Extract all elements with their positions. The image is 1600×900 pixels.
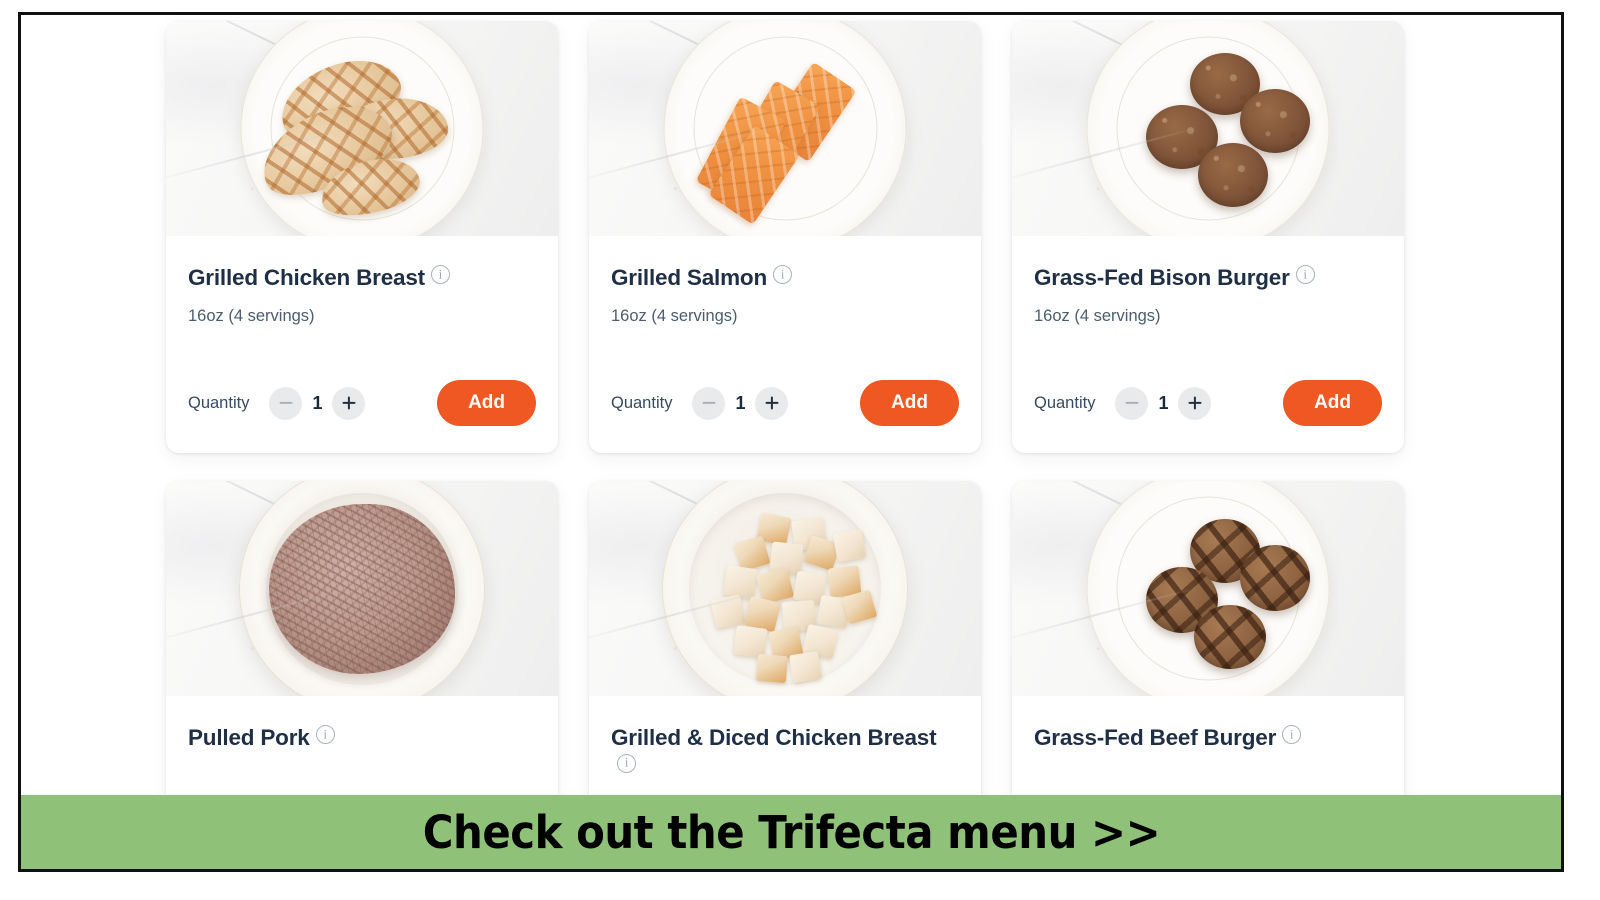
product-card-body: Grilled Chicken Breast 16oz (4 servings)… [166, 236, 558, 453]
minus-icon [279, 401, 293, 405]
product-title-text: Grass-Fed Beef Burger [1034, 725, 1277, 750]
add-to-cart-button[interactable]: Add [1283, 380, 1382, 426]
plus-icon-v [1193, 396, 1197, 410]
food-illustration [166, 21, 558, 236]
increment-quantity-button[interactable] [755, 386, 789, 420]
product-title: Grass-Fed Bison Burger [1034, 264, 1382, 293]
minus-icon [1125, 401, 1139, 405]
info-circle-icon[interactable] [315, 725, 335, 744]
product-title-text: Pulled Pork [188, 725, 310, 750]
quantity-label: Quantity [188, 393, 250, 412]
product-card-actions: Quantity 1 Add [1034, 380, 1382, 426]
food-illustration [1012, 21, 1404, 236]
product-card-body: Grass-Fed Bison Burger 16oz (4 servings)… [1012, 236, 1404, 453]
decrement-quantity-button[interactable] [692, 386, 726, 420]
trifecta-menu-cta-banner[interactable]: Check out the Trifecta menu >> [21, 795, 1561, 869]
add-to-cart-button[interactable]: Add [437, 380, 536, 426]
product-card[interactable]: Grass-Fed Bison Burger 16oz (4 servings)… [1012, 21, 1404, 453]
quantity-stepper: 1 [692, 386, 789, 420]
product-grid: Grilled Chicken Breast 16oz (4 servings)… [166, 21, 1406, 869]
bordered-content-frame: Grilled Chicken Breast 16oz (4 servings)… [18, 12, 1564, 872]
pulled-pork-mound [269, 503, 455, 674]
product-title-text: Grilled Chicken Breast [188, 265, 425, 290]
info-circle-icon[interactable] [1282, 725, 1302, 744]
quantity-value: 1 [1158, 392, 1169, 413]
quantity-stepper: 1 [269, 386, 366, 420]
info-circle-icon[interactable] [430, 265, 450, 284]
product-title-text: Grilled Salmon [611, 265, 767, 290]
food-illustration [589, 21, 981, 236]
decrement-quantity-button[interactable] [1115, 386, 1149, 420]
quantity-stepper: 1 [1115, 386, 1212, 420]
product-card[interactable]: Grilled Chicken Breast 16oz (4 servings)… [166, 21, 558, 453]
pulled-pork-photo [166, 481, 558, 696]
food-illustration [589, 481, 981, 696]
grilled-chicken-breast-photo [166, 21, 558, 236]
increment-quantity-button[interactable] [1178, 386, 1212, 420]
product-title-text: Grilled & Diced Chicken Breast [611, 725, 937, 750]
product-title: Pulled Pork [188, 724, 536, 753]
grass-fed-bison-burger-photo [1012, 21, 1404, 236]
product-card-actions: Quantity 1 Add [188, 380, 536, 426]
product-card[interactable]: Grilled Salmon 16oz (4 servings) Quantit… [589, 21, 981, 453]
product-size: 16oz (4 servings) [611, 306, 738, 325]
quantity-label: Quantity [1034, 393, 1096, 412]
food-illustration [1012, 481, 1404, 696]
decrement-quantity-button[interactable] [269, 386, 303, 420]
plus-icon-v [347, 396, 351, 410]
grilled-salmon-photo [589, 21, 981, 236]
product-size: 16oz (4 servings) [188, 306, 315, 325]
product-title: Grilled & Diced Chicken Breast [611, 724, 959, 782]
info-circle-icon[interactable] [617, 753, 636, 773]
product-title: Grass-Fed Beef Burger [1034, 724, 1382, 753]
screenshot-root: Grilled Chicken Breast 16oz (4 servings)… [0, 0, 1600, 900]
grass-fed-beef-burger-photo [1012, 481, 1404, 696]
product-title: Grilled Chicken Breast [188, 264, 536, 293]
product-card-body: Grilled Salmon 16oz (4 servings) Quantit… [589, 236, 981, 453]
add-to-cart-button[interactable]: Add [860, 380, 959, 426]
info-circle-icon[interactable] [1295, 265, 1315, 284]
product-title: Grilled Salmon [611, 264, 959, 293]
product-title-text: Grass-Fed Bison Burger [1034, 265, 1290, 290]
grilled-diced-chicken-breast-photo [589, 481, 981, 696]
info-circle-icon[interactable] [773, 265, 792, 284]
product-size: 16oz (4 servings) [1034, 306, 1161, 325]
minus-icon [702, 401, 716, 405]
quantity-value: 1 [735, 392, 746, 413]
plus-icon-v [770, 396, 774, 410]
increment-quantity-button[interactable] [332, 386, 366, 420]
cta-banner-text: Check out the Trifecta menu >> [422, 805, 1160, 859]
product-card-actions: Quantity 1 Add [611, 380, 959, 426]
quantity-value: 1 [312, 392, 323, 413]
food-illustration [166, 481, 558, 696]
quantity-label: Quantity [611, 393, 673, 412]
